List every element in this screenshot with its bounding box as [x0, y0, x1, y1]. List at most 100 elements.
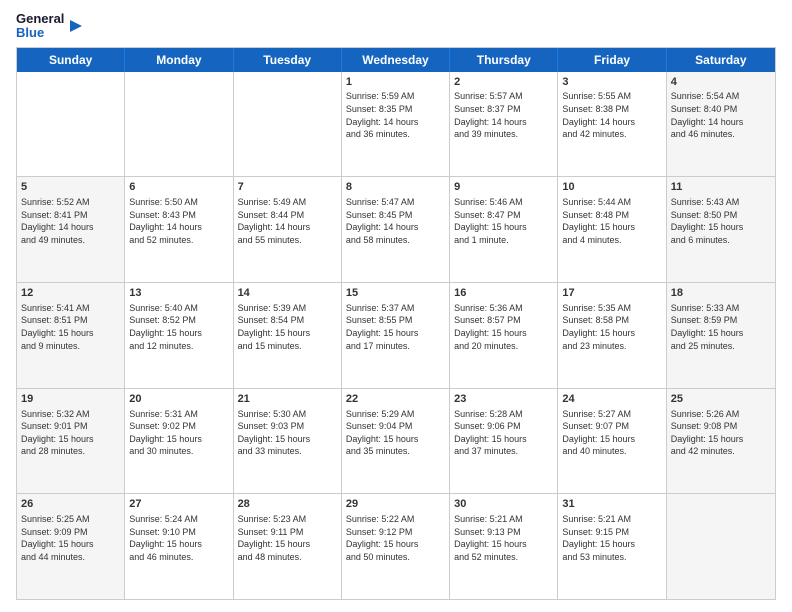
calendar-cell: 31Sunrise: 5:21 AM Sunset: 9:15 PM Dayli… [558, 494, 666, 599]
day-number: 18 [671, 286, 771, 301]
calendar-cell: 18Sunrise: 5:33 AM Sunset: 8:59 PM Dayli… [667, 283, 775, 388]
calendar-cell: 16Sunrise: 5:36 AM Sunset: 8:57 PM Dayli… [450, 283, 558, 388]
day-header-monday: Monday [125, 48, 233, 72]
day-info: Sunrise: 5:28 AM Sunset: 9:06 PM Dayligh… [454, 408, 553, 458]
day-number: 25 [671, 392, 771, 407]
calendar-cell: 30Sunrise: 5:21 AM Sunset: 9:13 PM Dayli… [450, 494, 558, 599]
day-info: Sunrise: 5:39 AM Sunset: 8:54 PM Dayligh… [238, 302, 337, 352]
day-number: 4 [671, 75, 771, 90]
calendar-cell: 5Sunrise: 5:52 AM Sunset: 8:41 PM Daylig… [17, 177, 125, 282]
day-info: Sunrise: 5:23 AM Sunset: 9:11 PM Dayligh… [238, 513, 337, 563]
day-number: 14 [238, 286, 337, 301]
calendar-week-3: 12Sunrise: 5:41 AM Sunset: 8:51 PM Dayli… [17, 283, 775, 389]
day-info: Sunrise: 5:59 AM Sunset: 8:35 PM Dayligh… [346, 90, 445, 140]
calendar-cell: 14Sunrise: 5:39 AM Sunset: 8:54 PM Dayli… [234, 283, 342, 388]
day-info: Sunrise: 5:30 AM Sunset: 9:03 PM Dayligh… [238, 408, 337, 458]
day-info: Sunrise: 5:54 AM Sunset: 8:40 PM Dayligh… [671, 90, 771, 140]
day-number: 16 [454, 286, 553, 301]
day-info: Sunrise: 5:47 AM Sunset: 8:45 PM Dayligh… [346, 196, 445, 246]
day-info: Sunrise: 5:49 AM Sunset: 8:44 PM Dayligh… [238, 196, 337, 246]
day-info: Sunrise: 5:41 AM Sunset: 8:51 PM Dayligh… [21, 302, 120, 352]
logo-text: General Blue [16, 12, 86, 41]
day-number: 21 [238, 392, 337, 407]
day-number: 12 [21, 286, 120, 301]
calendar-header: SundayMondayTuesdayWednesdayThursdayFrid… [17, 48, 775, 72]
calendar-cell: 11Sunrise: 5:43 AM Sunset: 8:50 PM Dayli… [667, 177, 775, 282]
day-number: 29 [346, 497, 445, 512]
day-number: 30 [454, 497, 553, 512]
day-number: 31 [562, 497, 661, 512]
day-info: Sunrise: 5:24 AM Sunset: 9:10 PM Dayligh… [129, 513, 228, 563]
day-info: Sunrise: 5:43 AM Sunset: 8:50 PM Dayligh… [671, 196, 771, 246]
day-number: 7 [238, 180, 337, 195]
day-number: 24 [562, 392, 661, 407]
calendar-cell: 25Sunrise: 5:26 AM Sunset: 9:08 PM Dayli… [667, 389, 775, 494]
calendar-week-1: 1Sunrise: 5:59 AM Sunset: 8:35 PM Daylig… [17, 72, 775, 178]
calendar-cell [234, 72, 342, 177]
day-number: 19 [21, 392, 120, 407]
calendar-cell: 17Sunrise: 5:35 AM Sunset: 8:58 PM Dayli… [558, 283, 666, 388]
calendar-cell: 3Sunrise: 5:55 AM Sunset: 8:38 PM Daylig… [558, 72, 666, 177]
day-info: Sunrise: 5:22 AM Sunset: 9:12 PM Dayligh… [346, 513, 445, 563]
day-number: 13 [129, 286, 228, 301]
calendar-week-4: 19Sunrise: 5:32 AM Sunset: 9:01 PM Dayli… [17, 389, 775, 495]
day-number: 6 [129, 180, 228, 195]
day-info: Sunrise: 5:46 AM Sunset: 8:47 PM Dayligh… [454, 196, 553, 246]
calendar-body: 1Sunrise: 5:59 AM Sunset: 8:35 PM Daylig… [17, 72, 775, 599]
calendar-cell: 26Sunrise: 5:25 AM Sunset: 9:09 PM Dayli… [17, 494, 125, 599]
day-number: 2 [454, 75, 553, 90]
day-info: Sunrise: 5:40 AM Sunset: 8:52 PM Dayligh… [129, 302, 228, 352]
calendar-week-5: 26Sunrise: 5:25 AM Sunset: 9:09 PM Dayli… [17, 494, 775, 599]
day-header-friday: Friday [558, 48, 666, 72]
day-info: Sunrise: 5:31 AM Sunset: 9:02 PM Dayligh… [129, 408, 228, 458]
logo-arrow-icon [66, 16, 86, 36]
calendar-cell [667, 494, 775, 599]
day-number: 1 [346, 75, 445, 90]
calendar-cell: 13Sunrise: 5:40 AM Sunset: 8:52 PM Dayli… [125, 283, 233, 388]
day-number: 20 [129, 392, 228, 407]
day-number: 15 [346, 286, 445, 301]
day-info: Sunrise: 5:57 AM Sunset: 8:37 PM Dayligh… [454, 90, 553, 140]
calendar-cell: 2Sunrise: 5:57 AM Sunset: 8:37 PM Daylig… [450, 72, 558, 177]
day-info: Sunrise: 5:33 AM Sunset: 8:59 PM Dayligh… [671, 302, 771, 352]
day-info: Sunrise: 5:25 AM Sunset: 9:09 PM Dayligh… [21, 513, 120, 563]
day-number: 3 [562, 75, 661, 90]
day-number: 26 [21, 497, 120, 512]
calendar-cell: 29Sunrise: 5:22 AM Sunset: 9:12 PM Dayli… [342, 494, 450, 599]
day-info: Sunrise: 5:27 AM Sunset: 9:07 PM Dayligh… [562, 408, 661, 458]
calendar: SundayMondayTuesdayWednesdayThursdayFrid… [16, 47, 776, 600]
day-header-sunday: Sunday [17, 48, 125, 72]
page: General Blue SundayMondayTuesdayWednesda… [0, 0, 792, 612]
calendar-cell: 4Sunrise: 5:54 AM Sunset: 8:40 PM Daylig… [667, 72, 775, 177]
day-info: Sunrise: 5:29 AM Sunset: 9:04 PM Dayligh… [346, 408, 445, 458]
calendar-cell: 20Sunrise: 5:31 AM Sunset: 9:02 PM Dayli… [125, 389, 233, 494]
calendar-cell: 24Sunrise: 5:27 AM Sunset: 9:07 PM Dayli… [558, 389, 666, 494]
calendar-week-2: 5Sunrise: 5:52 AM Sunset: 8:41 PM Daylig… [17, 177, 775, 283]
day-number: 27 [129, 497, 228, 512]
day-info: Sunrise: 5:37 AM Sunset: 8:55 PM Dayligh… [346, 302, 445, 352]
calendar-cell: 28Sunrise: 5:23 AM Sunset: 9:11 PM Dayli… [234, 494, 342, 599]
calendar-cell: 12Sunrise: 5:41 AM Sunset: 8:51 PM Dayli… [17, 283, 125, 388]
day-number: 22 [346, 392, 445, 407]
calendar-cell: 21Sunrise: 5:30 AM Sunset: 9:03 PM Dayli… [234, 389, 342, 494]
day-number: 17 [562, 286, 661, 301]
day-header-thursday: Thursday [450, 48, 558, 72]
calendar-cell: 19Sunrise: 5:32 AM Sunset: 9:01 PM Dayli… [17, 389, 125, 494]
day-info: Sunrise: 5:36 AM Sunset: 8:57 PM Dayligh… [454, 302, 553, 352]
day-number: 9 [454, 180, 553, 195]
calendar-cell: 15Sunrise: 5:37 AM Sunset: 8:55 PM Dayli… [342, 283, 450, 388]
day-header-wednesday: Wednesday [342, 48, 450, 72]
calendar-cell: 7Sunrise: 5:49 AM Sunset: 8:44 PM Daylig… [234, 177, 342, 282]
day-info: Sunrise: 5:55 AM Sunset: 8:38 PM Dayligh… [562, 90, 661, 140]
day-info: Sunrise: 5:32 AM Sunset: 9:01 PM Dayligh… [21, 408, 120, 458]
day-header-tuesday: Tuesday [234, 48, 342, 72]
day-info: Sunrise: 5:50 AM Sunset: 8:43 PM Dayligh… [129, 196, 228, 246]
day-number: 10 [562, 180, 661, 195]
day-header-saturday: Saturday [667, 48, 775, 72]
day-info: Sunrise: 5:44 AM Sunset: 8:48 PM Dayligh… [562, 196, 661, 246]
day-info: Sunrise: 5:35 AM Sunset: 8:58 PM Dayligh… [562, 302, 661, 352]
day-number: 11 [671, 180, 771, 195]
day-info: Sunrise: 5:52 AM Sunset: 8:41 PM Dayligh… [21, 196, 120, 246]
day-info: Sunrise: 5:26 AM Sunset: 9:08 PM Dayligh… [671, 408, 771, 458]
calendar-cell: 9Sunrise: 5:46 AM Sunset: 8:47 PM Daylig… [450, 177, 558, 282]
